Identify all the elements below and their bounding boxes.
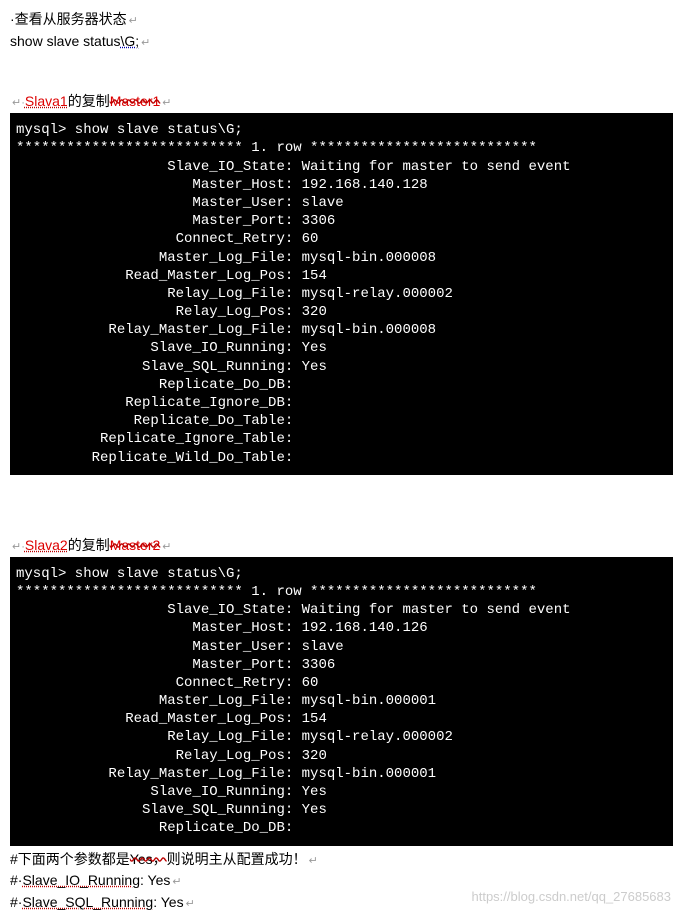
footer-line2: #·Slave_IO_Running: Yes↵ [10,871,673,891]
slava2-label: Slava2 [25,537,68,553]
intro-line2-prefix: show slave status [10,33,121,49]
para-mark: ↵ [162,97,171,109]
section1-mid: 的复制 [68,93,110,109]
para-mark: ↵ [172,876,181,888]
para-mark: ↵ [129,15,138,27]
footer-line1-b: Yes， [130,851,167,867]
footer-line2-a: #· [10,872,22,888]
footer-line3-c: : Yes [153,894,183,910]
footer-line1-c: 则说明主从配置成功！ [167,851,307,867]
intro-line1: ·查看从服务器状态↵ [10,10,673,30]
master2-label: Master2 [110,537,161,553]
para-mark: ↵ [141,37,150,49]
footer-line3-a: #· [10,894,22,910]
master1-label: Master1 [110,93,161,109]
footer-line1: #下面两个参数都是Yes，则说明主从配置成功！↵ [10,850,673,870]
intro-line1-text: ·查看从服务器状态 [10,11,127,27]
footer-line3-b: Slave_SQL_Running [22,894,153,910]
intro-line2-suffix: \G; [121,33,140,49]
watermark: https://blog.csdn.net/qq_27685683 [472,889,672,904]
para-mark: ↵ [309,855,318,867]
footer-line2-c: : Yes [140,872,170,888]
footer-line2-b: Slave_IO_Running [22,872,140,888]
para-mark: ↵ [186,898,195,910]
section1-title: ↵·Slava1的复制Master1↵ [10,91,673,111]
terminal-1: mysql> show slave status\G; ************… [10,113,673,475]
para-mark: ↵ [162,541,171,553]
footer-line1-a: #下面两个参数都是 [10,851,130,867]
terminal-2: mysql> show slave status\G; ************… [10,557,673,846]
prefix-mark: ↵· [12,97,25,109]
slava1-label: Slava1 [25,93,68,109]
prefix-mark: ↵· [12,541,25,553]
intro-line2: show slave status\G;↵ [10,32,673,52]
section2-mid: 的复制 [68,537,110,553]
section2-title: ↵·Slava2的复制Master2↵ [10,535,673,555]
